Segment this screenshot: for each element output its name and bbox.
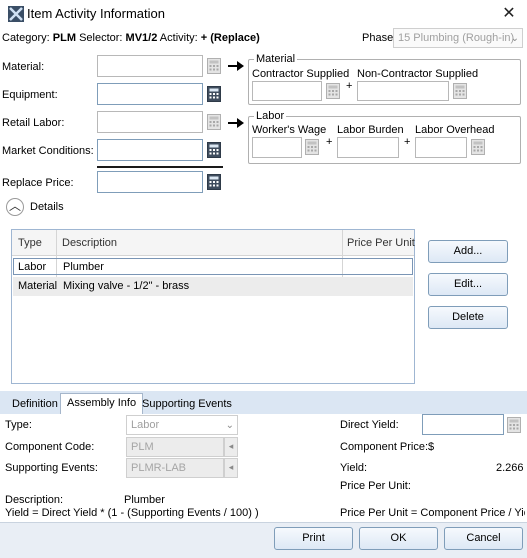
- category-value: PLM: [52, 32, 76, 44]
- cell-description: Plumber: [63, 261, 104, 273]
- details-grid: Type Description Price Per Unit Labor Pl…: [11, 229, 415, 384]
- labor-burden-label: Labor Burden: [337, 124, 404, 136]
- phase-select: 15 Plumbing (Rough-in) ⌄: [393, 28, 523, 48]
- chevron-up-icon[interactable]: ︿: [6, 198, 24, 216]
- column-header-description[interactable]: Description: [62, 237, 117, 249]
- non-contractor-supplied-label: Non-Contractor Supplied: [357, 68, 479, 80]
- calculator-icon[interactable]: [207, 142, 221, 158]
- tab-assembly-info[interactable]: Assembly Info: [60, 393, 144, 414]
- replace-price-label: Replace Price:: [2, 177, 74, 189]
- header-category: Category: PLM Selector: MV1/2 Activity: …: [2, 32, 260, 44]
- calculator-icon[interactable]: [471, 139, 485, 155]
- calculator-icon[interactable]: [507, 417, 521, 433]
- details-label: Details: [30, 201, 64, 213]
- caret-left-icon: ◂: [224, 458, 238, 478]
- component-price-label: Component Price:$: [340, 441, 435, 453]
- supporting-events-value: PLMR-LAB: [131, 462, 187, 474]
- labor-overhead-label: Labor Overhead: [415, 124, 495, 136]
- delete-button[interactable]: Delete: [428, 306, 508, 329]
- plus-sign: +: [404, 136, 411, 148]
- labor-group-legend: Labor: [254, 110, 287, 122]
- replace-price-input[interactable]: [97, 171, 203, 193]
- description-value: Plumber: [124, 494, 165, 506]
- calculator-icon[interactable]: [207, 58, 221, 74]
- calculator-icon[interactable]: [207, 114, 221, 130]
- edit-button[interactable]: Edit...: [428, 273, 508, 296]
- supporting-events-label: Supporting Events:: [5, 462, 98, 474]
- calculator-icon[interactable]: [207, 86, 221, 102]
- direct-yield-label: Direct Yield:: [340, 419, 399, 431]
- calculator-icon[interactable]: [453, 83, 467, 99]
- material-group-legend: Material: [254, 53, 298, 65]
- direct-yield-input[interactable]: [422, 414, 504, 435]
- calculator-icon[interactable]: [305, 139, 319, 155]
- yield-formula: Yield = Direct Yield * (1 - (Supporting …: [5, 507, 259, 519]
- ok-button[interactable]: OK: [359, 527, 438, 550]
- material-label: Material:: [2, 61, 45, 73]
- equipment-input[interactable]: [97, 83, 203, 105]
- cell-description: Mixing valve - 1/2" - brass: [63, 280, 190, 292]
- title-bar: Item Activity Information ✕: [0, 0, 527, 28]
- selector-label: Selector:: [79, 32, 123, 44]
- labor-burden-input[interactable]: [337, 137, 399, 158]
- workers-wage-label: Worker's Wage: [252, 124, 327, 136]
- labor-overhead-input[interactable]: [415, 137, 467, 158]
- activity-value: + (Replace): [200, 32, 260, 44]
- category-label: Category:: [2, 32, 50, 44]
- activity-label: Activity:: [159, 32, 198, 44]
- yield-value: 2.266: [496, 462, 524, 474]
- total-divider: [97, 166, 223, 168]
- workers-wage-input[interactable]: [252, 137, 302, 158]
- type-label: Type:: [5, 419, 32, 431]
- type-select: Labor ⌄: [126, 415, 238, 435]
- price-per-unit-formula: Price Per Unit = Component Price / Yield: [340, 507, 525, 519]
- table-row[interactable]: Labor Plumber: [13, 258, 413, 275]
- supporting-events-input: PLMR-LAB: [126, 458, 224, 478]
- non-contractor-supplied-input[interactable]: [357, 81, 449, 101]
- chevron-down-icon: ⌄: [225, 420, 234, 431]
- equipment-label: Equipment:: [2, 89, 58, 101]
- market-conditions-input[interactable]: [97, 139, 203, 161]
- cell-type: Labor: [18, 261, 47, 273]
- caret-left-icon: ◂: [224, 437, 238, 457]
- plus-sign: +: [346, 80, 353, 92]
- phase-label: Phase:: [362, 32, 397, 44]
- tab-definition[interactable]: Definition: [6, 395, 64, 413]
- selector-value: MV1/2: [125, 32, 158, 44]
- tab-supporting-events[interactable]: Supporting Events: [136, 395, 238, 413]
- component-code-input: PLM: [126, 437, 224, 457]
- contractor-supplied-input[interactable]: [252, 81, 322, 101]
- calculator-icon[interactable]: [207, 174, 221, 190]
- app-logo-icon: [8, 6, 24, 22]
- description-label: Description:: [5, 494, 64, 506]
- retail-labor-label: Retail Labor:: [2, 117, 65, 129]
- component-code-label: Component Code:: [5, 441, 95, 453]
- calculator-icon[interactable]: [326, 83, 340, 99]
- cell-type: Material: [18, 280, 58, 292]
- market-conditions-label: Market Conditions:: [2, 145, 94, 157]
- arrow-right-icon: [228, 118, 244, 131]
- component-code-value: PLM: [131, 441, 154, 453]
- phase-value: 15 Plumbing (Rough-in): [398, 32, 515, 44]
- contractor-supplied-label: Contractor Supplied: [252, 68, 350, 80]
- column-header-price-per-unit[interactable]: Price Per Unit: [347, 237, 415, 249]
- close-icon[interactable]: ✕: [497, 3, 521, 25]
- arrow-right-icon: [228, 61, 244, 74]
- chevron-down-icon: ⌄: [510, 33, 519, 44]
- price-per-unit-label: Price Per Unit:: [340, 480, 411, 492]
- retail-labor-input[interactable]: [97, 111, 203, 133]
- column-header-type[interactable]: Type: [18, 237, 42, 249]
- print-button[interactable]: Print: [274, 527, 353, 550]
- add-button[interactable]: Add...: [428, 240, 508, 263]
- window-title: Item Activity Information: [27, 6, 165, 21]
- type-value: Labor: [131, 419, 160, 431]
- table-row[interactable]: Material Mixing valve - 1/2" - brass: [13, 277, 413, 296]
- yield-label: Yield:: [340, 462, 368, 474]
- plus-sign: +: [326, 136, 333, 148]
- material-input[interactable]: [97, 55, 203, 77]
- cancel-button[interactable]: Cancel: [444, 527, 523, 550]
